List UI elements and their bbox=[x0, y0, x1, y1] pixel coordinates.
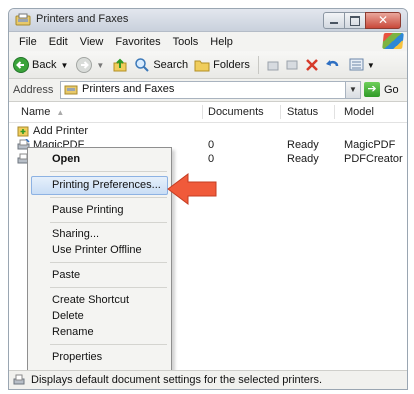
column-name-label: Name bbox=[21, 106, 51, 118]
menu-view[interactable]: View bbox=[74, 36, 110, 48]
row-model: MagicPDF bbox=[344, 139, 396, 151]
folders-icon bbox=[194, 60, 210, 72]
ctx-delete[interactable]: Delete bbox=[52, 310, 84, 322]
toolbar: Back ▼ ▼ Search Folders ▼ bbox=[9, 52, 407, 79]
delete-button[interactable] bbox=[305, 58, 319, 72]
views-icon bbox=[349, 58, 364, 71]
undo-icon bbox=[325, 60, 339, 67]
folders-button[interactable]: Folders bbox=[194, 58, 250, 72]
search-button[interactable]: Search bbox=[134, 57, 188, 73]
window-title: Printers and Faxes bbox=[36, 13, 129, 25]
search-label: Search bbox=[153, 59, 189, 71]
minimize-icon bbox=[330, 22, 338, 24]
menu-favorites[interactable]: Favorites bbox=[109, 36, 166, 48]
undo-button[interactable] bbox=[325, 58, 341, 72]
address-bar: Address Printers and Faxes ▼ ➔ Go bbox=[9, 79, 407, 102]
add-printer-icon bbox=[17, 126, 29, 137]
maximize-button[interactable] bbox=[344, 12, 366, 29]
views-dropdown-icon[interactable]: ▼ bbox=[367, 61, 375, 70]
address-label: Address bbox=[13, 84, 54, 96]
move-to-button[interactable] bbox=[267, 58, 281, 72]
maximize-icon bbox=[350, 16, 360, 26]
menu-tools[interactable]: Tools bbox=[167, 36, 205, 48]
forward-arrow-icon bbox=[76, 57, 93, 73]
ctx-create-shortcut[interactable]: Create Shortcut bbox=[52, 294, 129, 306]
back-arrow-icon bbox=[13, 57, 29, 73]
back-label: Back bbox=[32, 59, 57, 71]
list-row[interactable]: Add Printer bbox=[9, 125, 407, 138]
sort-ascending-icon: ▲ bbox=[56, 108, 65, 117]
ctx-sharing[interactable]: Sharing... bbox=[52, 228, 99, 240]
row-name: Add Printer bbox=[33, 125, 89, 137]
menu-separator bbox=[50, 222, 167, 223]
copy-to-button[interactable] bbox=[285, 58, 299, 72]
minimize-button[interactable] bbox=[323, 12, 345, 29]
ctx-use-printer-offline[interactable]: Use Printer Offline bbox=[52, 244, 142, 256]
up-folder-icon bbox=[113, 58, 127, 72]
close-icon: ✕ bbox=[378, 13, 389, 27]
move-to-icon bbox=[267, 61, 279, 71]
printer-folder-icon bbox=[15, 13, 31, 26]
explorer-window: Printers and Faxes ✕ File Edit View Favo… bbox=[8, 8, 408, 390]
menu-file[interactable]: File bbox=[13, 36, 43, 48]
go-label: Go bbox=[384, 83, 399, 96]
column-headers: Name ▲ Documents Status Model bbox=[9, 102, 407, 123]
address-input[interactable]: Printers and Faxes ▼ bbox=[60, 81, 361, 99]
copy-to-icon bbox=[286, 60, 298, 70]
row-model: PDFCreator bbox=[344, 153, 403, 165]
menu-separator bbox=[50, 197, 167, 198]
menu-separator bbox=[50, 171, 167, 172]
address-value: Printers and Faxes bbox=[82, 83, 175, 95]
go-arrow-icon: ➔ bbox=[364, 82, 380, 97]
forward-dropdown-icon[interactable]: ▼ bbox=[96, 61, 104, 70]
menu-edit[interactable]: Edit bbox=[43, 36, 74, 48]
row-status: Ready bbox=[287, 139, 319, 151]
status-text: Displays default document settings for t… bbox=[31, 374, 323, 386]
ctx-paste[interactable]: Paste bbox=[52, 269, 80, 281]
forward-button[interactable]: ▼ bbox=[76, 57, 104, 73]
search-icon bbox=[135, 58, 150, 72]
row-documents: 0 bbox=[208, 153, 215, 165]
close-button[interactable]: ✕ bbox=[365, 12, 401, 29]
title-bar: Printers and Faxes ✕ bbox=[9, 9, 407, 32]
printer-icon bbox=[13, 374, 25, 385]
back-dropdown-icon[interactable]: ▼ bbox=[60, 61, 68, 70]
menu-help[interactable]: Help bbox=[204, 36, 239, 48]
toolbar-separator bbox=[257, 56, 259, 74]
column-header-documents[interactable]: Documents bbox=[208, 106, 264, 118]
menu-separator bbox=[50, 287, 167, 288]
ctx-rename[interactable]: Rename bbox=[52, 326, 94, 338]
column-divider[interactable] bbox=[280, 105, 281, 119]
menu-separator bbox=[50, 262, 167, 263]
ctx-open[interactable]: Open bbox=[52, 153, 80, 165]
windows-logo-icon bbox=[382, 33, 404, 49]
folders-label: Folders bbox=[213, 59, 250, 71]
printer-folder-icon bbox=[64, 85, 78, 95]
row-documents: 0 bbox=[208, 139, 215, 151]
status-bar: Displays default document settings for t… bbox=[9, 370, 407, 389]
menu-bar: File Edit View Favorites Tools Help bbox=[9, 32, 407, 51]
ctx-pause-printing[interactable]: Pause Printing bbox=[52, 204, 124, 216]
back-button[interactable]: Back ▼ bbox=[13, 57, 68, 73]
go-button[interactable]: ➔ Go bbox=[364, 82, 399, 97]
context-menu: Open Printing Preferences... Pause Print… bbox=[27, 147, 172, 371]
address-dropdown-icon[interactable]: ▼ bbox=[345, 82, 360, 98]
views-button[interactable]: ▼ bbox=[349, 58, 375, 72]
ctx-printing-preferences[interactable]: Printing Preferences... bbox=[52, 179, 161, 191]
menu-separator bbox=[50, 344, 167, 345]
column-header-status[interactable]: Status bbox=[287, 106, 318, 118]
column-divider[interactable] bbox=[202, 105, 203, 119]
column-header-model[interactable]: Model bbox=[344, 106, 374, 118]
up-folder-button[interactable] bbox=[112, 57, 128, 73]
row-status: Ready bbox=[287, 153, 319, 165]
delete-x-icon bbox=[305, 59, 318, 71]
column-divider[interactable] bbox=[334, 105, 335, 119]
red-pointer-arrow-icon bbox=[167, 173, 217, 205]
ctx-properties[interactable]: Properties bbox=[52, 351, 102, 363]
window-controls: ✕ bbox=[323, 12, 401, 29]
column-header-name[interactable]: Name ▲ bbox=[21, 106, 64, 118]
